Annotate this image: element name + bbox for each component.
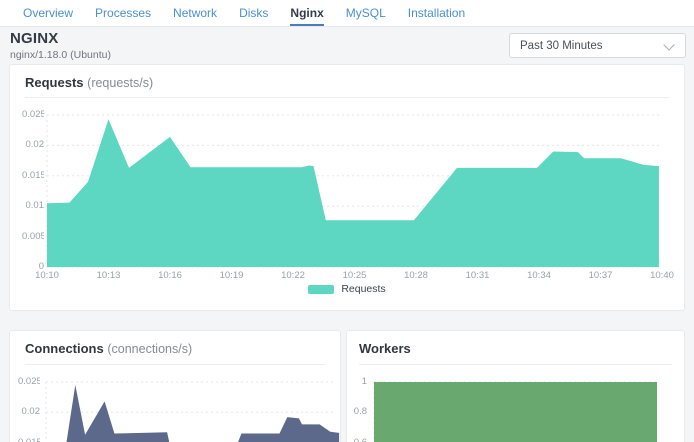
tab-processes[interactable]: Processes: [95, 0, 151, 26]
requests-y-tick: 0.005: [22, 231, 44, 243]
connections-area-series: [46, 385, 339, 442]
tab-mysql[interactable]: MySQL: [346, 0, 386, 26]
tab-network[interactable]: Network: [173, 0, 217, 26]
tab-bar: Overview Processes Network Disks Nginx MySQL I…: [0, 0, 694, 27]
requests-y-tick: 0.025: [22, 109, 44, 121]
connections-y-tick: 0.015: [18, 437, 40, 442]
requests-area-series: [47, 119, 659, 267]
connections-card: Connections (connections/s) 0.0250.020.0…: [9, 330, 341, 442]
chevron-down-icon: [663, 39, 674, 50]
requests-x-tick: 10:28: [398, 270, 434, 282]
requests-x-tick: 10:37: [583, 270, 619, 282]
workers-area-series: [374, 382, 657, 442]
requests-x-tick: 10:16: [152, 270, 188, 282]
requests-x-tick: 10:40: [644, 270, 680, 282]
nginx-monitoring-page: Overview Processes Network Disks Nginx MySQL I…: [0, 0, 694, 442]
tab-disks[interactable]: Disks: [239, 0, 268, 26]
requests-x-tick: 10:19: [214, 270, 250, 282]
requests-x-tick: 10:22: [275, 270, 311, 282]
requests-y-tick: 0.02: [22, 139, 44, 151]
connections-y-tick: 0.02: [18, 406, 40, 418]
requests-x-tick: 10:13: [91, 270, 127, 282]
requests-x-tick: 10:34: [521, 270, 557, 282]
tab-overview[interactable]: Overview: [23, 0, 73, 26]
time-range-select[interactable]: Past 30 Minutes: [509, 33, 686, 58]
connections-y-tick: 0.025: [18, 376, 40, 388]
requests-y-tick: 0.015: [22, 170, 44, 182]
workers-chart-plot[interactable]: [347, 331, 686, 442]
requests-y-tick: 0.01: [22, 200, 44, 212]
tab-nginx[interactable]: Nginx: [290, 0, 323, 26]
connections-chart-plot[interactable]: [10, 331, 342, 442]
requests-x-tick: 10:25: [337, 270, 373, 282]
workers-y-tick: 0.6: [347, 437, 367, 442]
time-range-value: Past 30 Minutes: [520, 40, 602, 52]
tab-installation[interactable]: Installation: [408, 0, 465, 26]
workers-y-tick: 1: [347, 376, 367, 388]
page-header: NGINX nginx/1.18.0 (Ubuntu) Past 30 Minu…: [10, 30, 686, 62]
requests-x-tick: 10:31: [460, 270, 496, 282]
requests-x-tick: 10:10: [29, 270, 65, 282]
workers-card: Workers 10.80.60.40.20: [346, 330, 685, 442]
workers-y-tick: 0.8: [347, 406, 367, 418]
requests-card: Requests (requests/s) Requests 0.0250.02…: [9, 64, 685, 311]
